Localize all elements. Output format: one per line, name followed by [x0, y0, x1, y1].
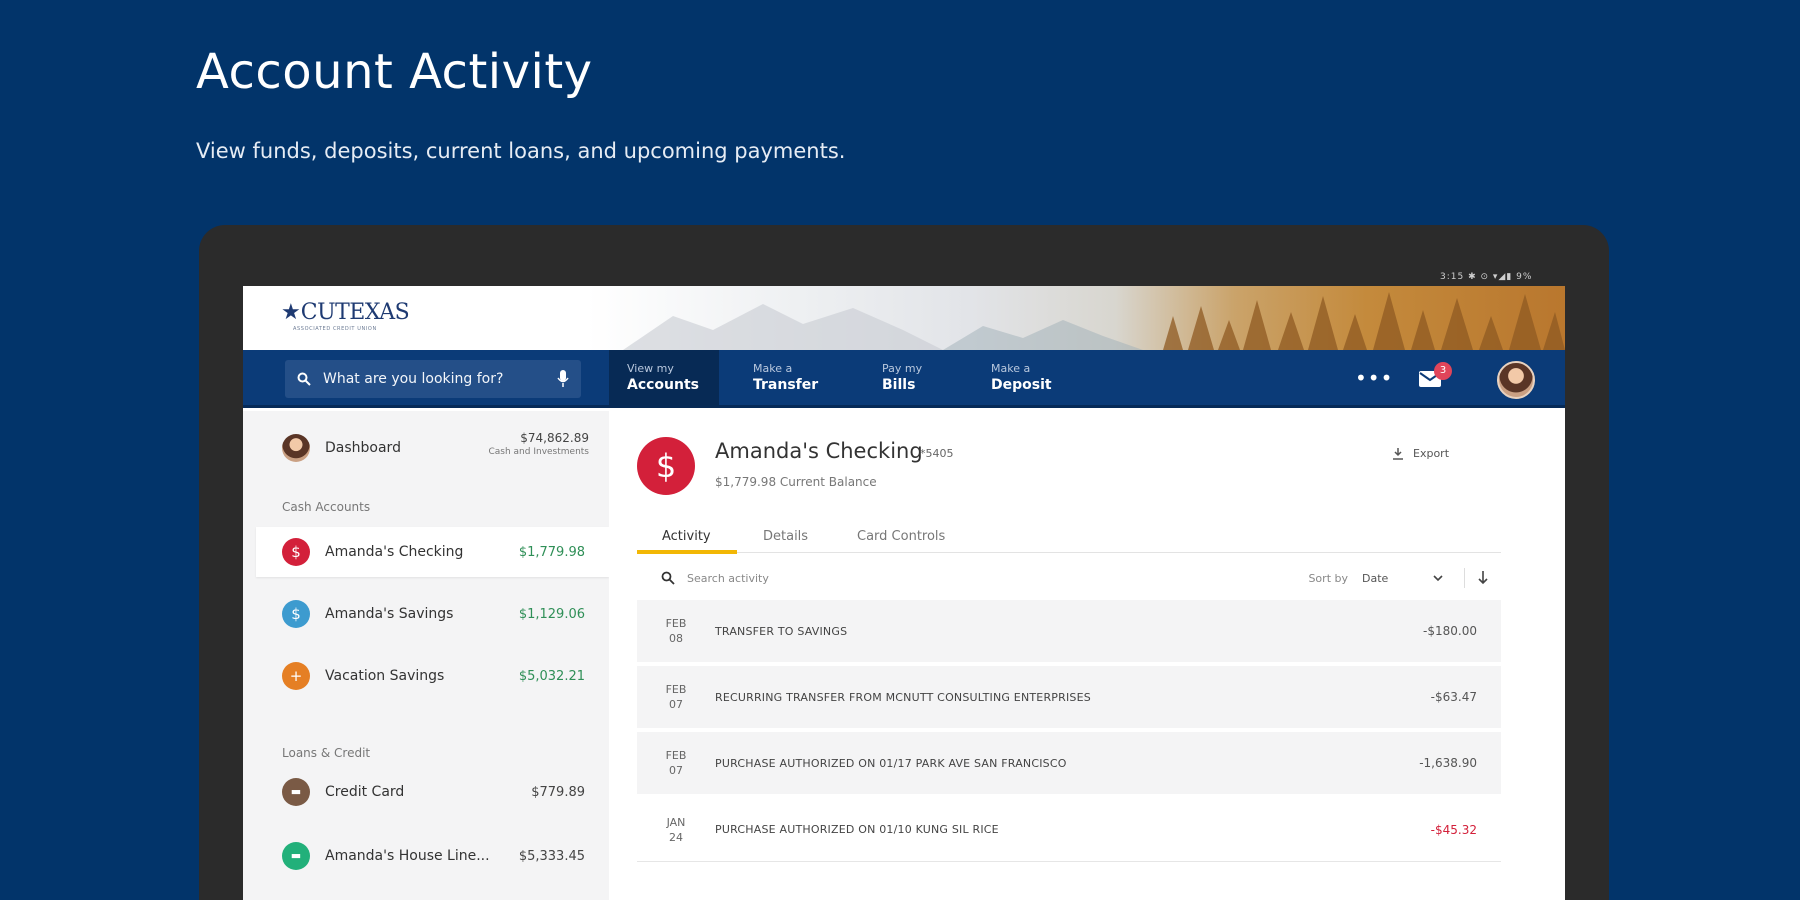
dollar-icon: $: [637, 437, 695, 495]
nav-transfer[interactable]: Make a Transfer: [735, 350, 836, 408]
account-balance: $1,779.98 Current Balance: [715, 475, 877, 489]
sidebar-item-dashboard[interactable]: Dashboard $74,862.89 Cash and Investment…: [243, 423, 609, 473]
sidebar-item-amount: $779.89: [531, 784, 585, 800]
logo-text: CUTEXAS: [300, 300, 410, 325]
transaction-description: PURCHASE AUTHORIZED ON 01/10 KUNG SIL RI…: [715, 823, 999, 836]
search-placeholder: What are you looking for?: [323, 371, 504, 387]
nav-deposit[interactable]: Make a Deposit: [973, 350, 1070, 408]
sort-select[interactable]: Date: [1362, 572, 1432, 585]
transaction-amount: -$63.47: [1430, 690, 1477, 704]
export-label: Export: [1413, 447, 1450, 460]
cash-accounts-heading: Cash Accounts: [282, 500, 371, 514]
sort-direction-icon[interactable]: [1477, 571, 1489, 585]
account-name: Amanda's Checking: [715, 439, 923, 463]
user-avatar[interactable]: [1497, 361, 1535, 399]
dashboard-amount-caption: Cash and Investments: [488, 447, 589, 457]
header-banner: ★ CUTEXAS ASSOCIATED CREDIT UNION: [243, 286, 1565, 350]
export-button[interactable]: Export: [1393, 447, 1449, 460]
more-menu-button[interactable]: •••: [1355, 366, 1393, 390]
tab-activity[interactable]: Activity: [662, 529, 711, 544]
nav-bills-sub: Pay my: [882, 362, 923, 375]
mail-badge: 3: [1434, 362, 1452, 380]
promo-title: Account Activity: [196, 44, 593, 100]
status-bar: 3:15 ✱ ⊙ ▾◢▮ 9%: [1440, 272, 1533, 282]
transaction-date: FEB 07: [665, 749, 687, 777]
sidebar-item-amount: $5,333.45: [518, 848, 585, 864]
nav-transfer-sub: Make a: [753, 362, 793, 375]
sidebar-item-amount: $1,129.06: [518, 606, 585, 622]
transaction-date: JAN 24: [666, 815, 686, 844]
sidebar-item-amandas-checking[interactable]: $ Amanda's Checking $1,779.98: [256, 527, 609, 577]
top-nav: What are you looking for? View my Accoun…: [243, 350, 1565, 408]
brand-logo[interactable]: ★ CUTEXAS: [281, 300, 410, 325]
dashboard-amount: $74,862.89: [520, 431, 589, 445]
nav-bills-label: Bills: [882, 377, 916, 393]
nav-bills[interactable]: Pay my Bills: [864, 350, 940, 408]
nav-deposit-sub: Make a: [991, 362, 1031, 375]
transaction-amount: -$180.00: [1423, 624, 1477, 638]
transaction-description: PURCHASE AUTHORIZED ON 01/17 PARK AVE SA…: [715, 756, 1067, 770]
table-row[interactable]: JAN 24 PURCHASE AUTHORIZED ON 01/10 KUNG …: [637, 798, 1501, 862]
transaction-amount: -$45.32: [1430, 822, 1477, 837]
logo-tagline: ASSOCIATED CREDIT UNION: [293, 326, 377, 332]
search-icon: [661, 571, 675, 585]
chevron-down-icon[interactable]: [1432, 572, 1444, 584]
transaction-description: RECURRING TRANSFER FROM MCNUTT CONSULTIN…: [715, 690, 1091, 704]
table-row[interactable]: FEB 08 TRANSFER TO SAVINGS -$180.00: [637, 600, 1501, 664]
transaction-amount: -1,638.90: [1419, 756, 1477, 770]
sidebar-item-amount: $5,032.21: [518, 668, 585, 684]
avatar: [282, 434, 310, 462]
transaction-date: FEB 07: [665, 683, 687, 711]
landscape-illustration: [623, 292, 1565, 350]
dollar-icon: $: [282, 538, 310, 566]
table-row[interactable]: FEB 07 RECURRING TRANSFER FROM MCNUTT CON…: [637, 666, 1501, 730]
sidebar-item-amandas-savings[interactable]: $ Amanda's Savings $1,129.06: [243, 589, 609, 639]
divider: [1464, 568, 1465, 588]
microphone-icon[interactable]: [557, 370, 569, 388]
accounts-sidebar: Dashboard $74,862.89 Cash and Investment…: [243, 411, 609, 900]
promo-subtitle: View funds, deposits, current loans, and…: [196, 139, 846, 163]
sidebar-item-credit-card[interactable]: ▬ Credit Card $779.89: [243, 767, 609, 817]
active-tab-indicator: [637, 550, 737, 554]
transaction-description: TRANSFER TO SAVINGS: [715, 624, 848, 638]
nav-deposit-label: Deposit: [991, 377, 1052, 393]
nav-accounts-sub: View my: [627, 362, 674, 375]
star-icon: ★: [281, 300, 301, 325]
account-number: *5405: [920, 447, 954, 460]
nav-accounts-label: Accounts: [627, 377, 700, 393]
tab-card-controls[interactable]: Card Controls: [857, 529, 945, 544]
search-icon: [297, 372, 311, 386]
activity-search-bar: Search activity Sort by Date: [637, 557, 1501, 599]
tab-details[interactable]: Details: [763, 529, 808, 544]
sidebar-item-house-line[interactable]: ▬ Amanda's House Line... $5,333.45: [243, 831, 609, 881]
transaction-date: FEB 08: [665, 617, 687, 645]
app-screen: ★ CUTEXAS ASSOCIATED CREDIT UNION What a…: [243, 286, 1565, 900]
nav-transfer-label: Transfer: [753, 377, 819, 393]
credit-card-icon: ▬: [282, 778, 310, 806]
sort-by-label: Sort by: [1308, 571, 1348, 585]
global-search-input[interactable]: What are you looking for?: [285, 360, 581, 398]
activity-search-input[interactable]: Search activity: [687, 572, 1308, 585]
nav-accounts[interactable]: View my Accounts: [609, 350, 719, 408]
loans-credit-heading: Loans & Credit: [282, 746, 371, 760]
plane-icon: +: [282, 662, 310, 690]
table-row[interactable]: FEB 07 PURCHASE AUTHORIZED ON 01/17 PARK …: [637, 732, 1501, 796]
download-icon: [1393, 447, 1403, 460]
dollar-icon: $: [282, 600, 310, 628]
sidebar-item-vacation-savings[interactable]: + Vacation Savings $5,032.21: [243, 651, 609, 701]
account-tabs: Activity Details Card Controls: [637, 523, 1501, 554]
house-loan-icon: ▬: [282, 842, 310, 870]
sidebar-item-amount: $1,779.98: [518, 544, 585, 560]
account-detail-panel: $ Amanda's Checking *5405 $1,779.98 Curr…: [609, 411, 1565, 900]
